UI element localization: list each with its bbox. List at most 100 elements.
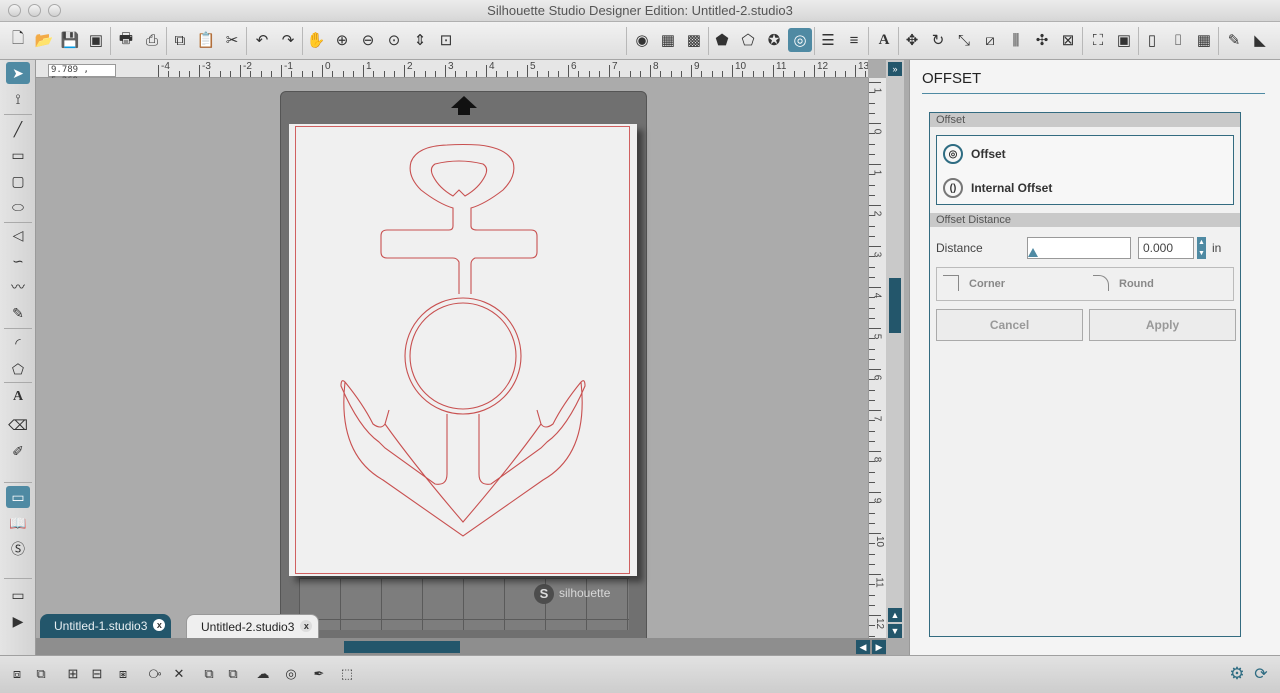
edit-points-tool-icon[interactable]: ⟟	[6, 88, 30, 110]
text-tool-icon[interactable]: A	[6, 386, 30, 408]
rounded-rectangle-tool-icon[interactable]: ▢	[6, 170, 30, 192]
minimize-window-button[interactable]	[28, 4, 41, 17]
ungroup-icon[interactable]: ⧉	[30, 663, 52, 685]
slider-knob[interactable]	[1028, 248, 1038, 257]
corner-label[interactable]: Corner	[969, 278, 1005, 290]
curve-tool-icon[interactable]: ∽	[6, 250, 30, 272]
save-to-sd-icon[interactable]: ▣	[84, 28, 108, 52]
vertical-scrollbar[interactable]: » ▲ ▼	[886, 60, 904, 638]
modify-icon[interactable]: ⊠	[1056, 28, 1080, 52]
line-color-icon[interactable]: ⬟	[710, 28, 734, 52]
zoom-window-button[interactable]	[48, 4, 61, 17]
cut-scissors-icon[interactable]: ✂	[220, 28, 244, 52]
zoom-out-icon[interactable]: ⊖	[356, 28, 380, 52]
tab-untitled-2[interactable]: Untitled-2.studio3 x	[186, 614, 320, 638]
vertical-scroll-thumb[interactable]	[889, 278, 901, 333]
scroll-left-icon[interactable]: ◀	[856, 640, 870, 654]
send-to-silhouette-icon[interactable]: ◣	[1248, 28, 1272, 52]
send-to-back-icon[interactable]: ⧉	[222, 663, 244, 685]
select-tool-icon[interactable]: ➤	[6, 62, 30, 84]
stepper-down-icon[interactable]: ▼	[1197, 248, 1206, 259]
settings-gear-icon[interactable]: ⚙	[1226, 663, 1248, 685]
line-tool-icon[interactable]: ╱	[6, 118, 30, 140]
align-icon[interactable]: ⫼	[1004, 28, 1028, 52]
transform-icon[interactable]: ✥	[900, 28, 924, 52]
bottom-offset-icon[interactable]: ◎	[280, 663, 302, 685]
new-document-icon[interactable]: 🗋	[6, 28, 30, 52]
offset-option[interactable]: ◎ Offset	[943, 144, 1006, 164]
cut-settings-icon[interactable]: ✎	[1222, 28, 1246, 52]
weld-icon[interactable]: ⧂	[144, 663, 166, 685]
silhouette-store-icon[interactable]: Ⓢ	[6, 538, 30, 560]
show-panel-icon[interactable]: ▭	[6, 584, 30, 606]
corner-icon[interactable]	[943, 275, 959, 291]
offset-tool-icon[interactable]: ◎	[788, 28, 812, 52]
refresh-icon[interactable]: ⟳	[1250, 663, 1272, 685]
registration-marks-icon[interactable]: ⌷	[1166, 28, 1190, 52]
polygon-tool-icon[interactable]: ◁	[6, 224, 30, 246]
page-setup-icon[interactable]: ▯	[1140, 28, 1164, 52]
fill-color-icon[interactable]: ◉	[630, 28, 654, 52]
freehand-tool-icon[interactable]: 〰	[6, 276, 30, 298]
bring-to-front-icon[interactable]: ⧉	[198, 663, 220, 685]
knife-tool-icon[interactable]: ✐	[6, 440, 30, 462]
scroll-up-icon[interactable]: ▲	[888, 608, 902, 622]
round-label[interactable]: Round	[1119, 278, 1154, 290]
scroll-right-icon[interactable]: ▶	[872, 640, 886, 654]
library-icon[interactable]: 📖	[6, 512, 30, 534]
anchor-design[interactable]	[289, 124, 637, 576]
copy-icon[interactable]: ⧉	[168, 28, 192, 52]
print-icon[interactable]: 🖶	[114, 28, 138, 52]
undo-icon[interactable]: ↶	[250, 28, 274, 52]
arc-tool-icon[interactable]: ◜	[6, 332, 30, 354]
distance-slider[interactable]	[1027, 237, 1131, 259]
distance-input[interactable]: 0.000	[1138, 237, 1194, 259]
gradient-icon[interactable]: ▦	[656, 28, 680, 52]
group-icon[interactable]: ⧈	[6, 663, 28, 685]
cut-style-icon[interactable]: ▣	[1112, 28, 1136, 52]
expand-panel-icon[interactable]: »	[888, 62, 902, 76]
close-tab-icon[interactable]: x	[300, 620, 313, 632]
internal-offset-option[interactable]: () Internal Offset	[943, 178, 1052, 198]
shapes-icon[interactable]: ☁	[252, 663, 274, 685]
regular-polygon-tool-icon[interactable]: ⬠	[6, 358, 30, 380]
line-width-icon[interactable]: ≡	[842, 28, 866, 52]
trace-icon[interactable]: ⛶	[1086, 28, 1110, 52]
make-compound-path-icon[interactable]: ⊞	[62, 663, 84, 685]
rotate-icon[interactable]: ↻	[926, 28, 950, 52]
zoom-in-icon[interactable]: ⊕	[330, 28, 354, 52]
open-folder-icon[interactable]: 📂	[32, 28, 56, 52]
send-backward-icon[interactable]: ⧆	[112, 663, 134, 685]
text-style-icon[interactable]: A	[872, 28, 896, 52]
cancel-button[interactable]: Cancel	[936, 309, 1083, 341]
delete-icon[interactable]: ✕	[168, 663, 190, 685]
print-and-cut-icon[interactable]: ⎙	[140, 28, 164, 52]
line-color-stripes-icon[interactable]: ☰	[816, 28, 840, 52]
horizontal-scrollbar[interactable]: ◀ ▶	[36, 638, 886, 655]
round-corner-icon[interactable]	[1093, 275, 1109, 291]
fit-to-page-icon[interactable]: ⊡	[434, 28, 458, 52]
replicate-icon[interactable]: ✣	[1030, 28, 1054, 52]
3d-box-icon[interactable]: ⬚	[336, 663, 358, 685]
distance-stepper[interactable]: ▲ ▼	[1197, 237, 1206, 259]
apply-button[interactable]: Apply	[1089, 309, 1236, 341]
close-tab-icon[interactable]: x	[153, 619, 166, 631]
close-window-button[interactable]	[8, 4, 21, 17]
draw-pen-icon[interactable]: ✒	[308, 663, 330, 685]
tab-untitled-1[interactable]: Untitled-1.studio3 x	[40, 614, 172, 638]
horizontal-scroll-thumb[interactable]	[344, 641, 460, 653]
ellipse-tool-icon[interactable]: ⬭	[6, 196, 30, 218]
design-canvas[interactable]: S silhouette	[36, 78, 868, 639]
release-compound-path-icon[interactable]: ⊟	[86, 663, 108, 685]
redo-icon[interactable]: ↷	[276, 28, 300, 52]
drag-zoom-icon[interactable]: ⇕	[408, 28, 432, 52]
pan-hand-icon[interactable]: ✋	[304, 28, 328, 52]
line-style-icon[interactable]: ⬠	[736, 28, 760, 52]
shear-icon[interactable]: ⧄	[978, 28, 1002, 52]
scale-icon[interactable]: ⤡	[952, 28, 976, 52]
fill-pattern-icon[interactable]: ▩	[682, 28, 706, 52]
pencil-tool-icon[interactable]: ✎	[6, 302, 30, 324]
grid-icon[interactable]: ▦	[1192, 28, 1216, 52]
play-arrow-icon[interactable]: ▶	[6, 610, 30, 632]
line-type-icon[interactable]: ✪	[762, 28, 786, 52]
